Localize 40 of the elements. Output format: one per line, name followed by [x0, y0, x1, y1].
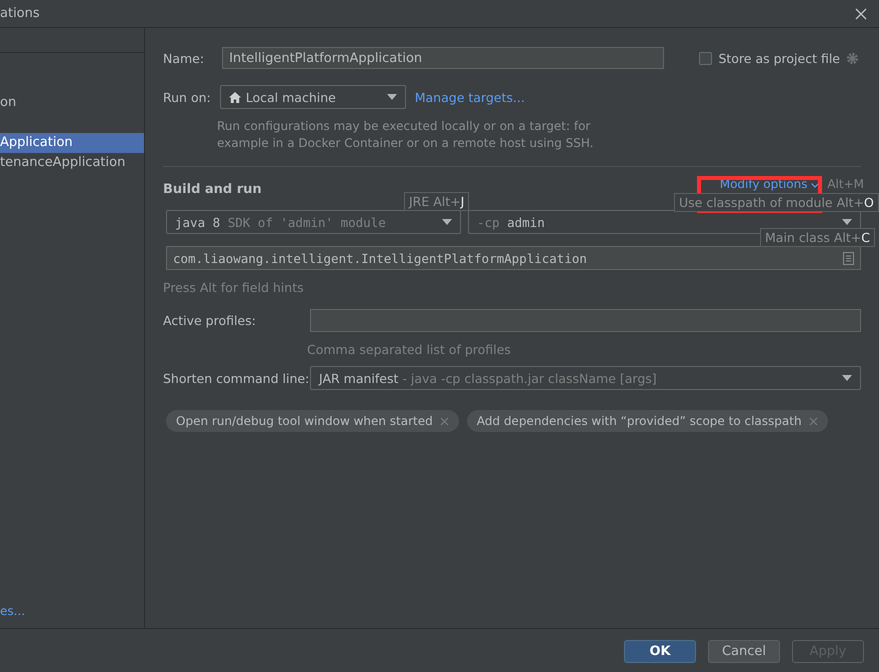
shortcut-tooltip: Use classpath of module Alt+O [674, 193, 879, 212]
shorten-command-line-dropdown[interactable]: JAR manifest - java -cp classpath.jar className [args] [310, 366, 861, 390]
run-on-description: Run configurations may be executed locally or on a target: for example in a Docker Container or on a remote host using SSH. [217, 118, 594, 152]
remove-icon[interactable] [440, 416, 449, 426]
remove-icon[interactable] [808, 416, 818, 426]
sidebar-link[interactable]: es... [0, 604, 26, 618]
shortcut-label: Alt+M [827, 177, 864, 191]
name-field[interactable]: IntelligentPlatformApplication [222, 47, 664, 69]
profiles-hint-text: Comma separated list of profiles [307, 342, 512, 357]
shortcut-tooltip: JRE Alt+J [404, 192, 470, 211]
window-title: ations [0, 6, 40, 21]
document-icon[interactable] [843, 252, 854, 264]
option-chip[interactable]: Add dependencies with “provided” scope to classpath [466, 410, 828, 432]
dropdown-arrow-icon [386, 94, 397, 100]
checkbox-label: Store as project file [718, 50, 840, 66]
dialog-button[interactable]: OK [624, 640, 696, 662]
active-profiles-label: Active profiles: [163, 313, 256, 328]
run-on-dropdown[interactable]: Local machine [220, 85, 406, 109]
option-chip[interactable]: Open run/debug tool window when started [166, 410, 459, 432]
shortcut-tooltip: Main class Alt+C [760, 228, 875, 247]
dropdown-arrow-icon [442, 219, 452, 225]
chevron-down-icon [811, 183, 820, 188]
checkbox[interactable] [699, 52, 712, 64]
jre-dropdown[interactable]: java 8 SDK of 'admin' module [166, 210, 461, 234]
run-on-label: Run on: [163, 90, 211, 104]
config-item[interactable]: Application [0, 133, 144, 153]
dropdown-arrow-icon [842, 219, 852, 225]
config-item[interactable]: tenanceApplication [0, 153, 144, 173]
dropdown-arrow-icon [842, 375, 852, 381]
config-item[interactable]: on [0, 93, 144, 113]
field-hint-text: Press Alt for field hints [163, 280, 305, 295]
manage-targets-link[interactable]: Manage targets... [414, 90, 525, 104]
home-icon [228, 92, 241, 102]
close-icon[interactable] [855, 8, 867, 20]
dialog-button[interactable]: Cancel [708, 640, 780, 662]
main-class-field[interactable]: com.liaowang.intelligent.IntelligentPlatformApplication [166, 246, 861, 270]
shorten-command-line-label: Shorten command line: [163, 370, 310, 386]
section-title: Build and run [163, 182, 262, 197]
gear-icon[interactable] [846, 52, 859, 64]
name-label: Name: [163, 50, 204, 66]
